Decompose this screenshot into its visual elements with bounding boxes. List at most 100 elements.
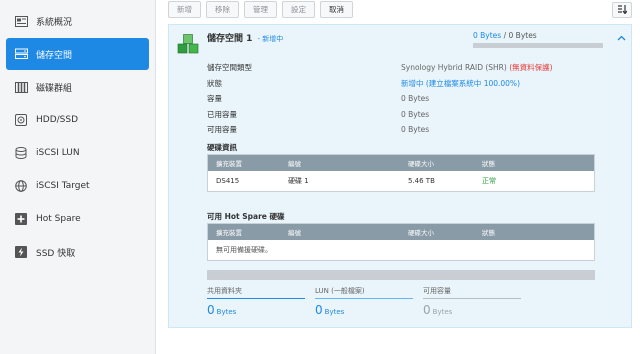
hdd-icon [14, 114, 28, 126]
ssd-cache-icon [14, 246, 28, 258]
sidebar-item-overview[interactable]: 系統概況 [6, 5, 149, 37]
table-row[interactable]: DS415 硬碟 1 5.46 TB 正常 [208, 171, 594, 191]
info-value: 新增中 (建立檔案系統中 100.00%) [401, 78, 520, 88]
stat-number: 0 [423, 303, 431, 317]
pool-info: 儲存空間類型 Synology Hybrid RAID (SHR) (無資料保護… [207, 60, 553, 138]
cancel-button[interactable]: 取消 [320, 1, 353, 18]
chevron-up-icon [617, 33, 626, 44]
cell-device: DS415 [216, 177, 240, 185]
info-value: Synology Hybrid RAID (SHR) (無資料保護) [401, 62, 553, 73]
stat-unit: Bytes [324, 308, 345, 316]
no-protection-note: (無資料保護) [509, 63, 553, 73]
sidebar-item-iscsi-target[interactable]: iSCSI Target [6, 170, 149, 202]
stat-lun: LUN (一般檔案) 0 Bytes [315, 286, 413, 317]
pool-status: - 新增中 [257, 35, 284, 43]
sidebar-item-label: Hot Spare [36, 214, 81, 224]
column-header[interactable]: 擴充裝置 [208, 158, 288, 168]
manage-button[interactable]: 管理 [244, 1, 277, 18]
info-key: 狀態 [207, 78, 222, 88]
total-size: 0 Bytes [508, 31, 537, 40]
sidebar-item-label: iSCSI Target [36, 181, 90, 191]
info-value: 0 Bytes [401, 109, 430, 119]
collapse-button[interactable] [617, 33, 626, 44]
info-row-available: 可用容量 0 Bytes [207, 122, 553, 138]
sort-button[interactable] [612, 2, 632, 18]
stat-number: 0 [315, 303, 323, 317]
storage-pool-panel: 儲存空間 1 - 新增中 0 Bytes / 0 Bytes 儲存空間類型 Sy… [168, 24, 632, 328]
column-header[interactable]: 硬碟大小 [408, 227, 482, 237]
info-key: 可用容量 [207, 125, 237, 135]
sidebar-item-label: 磁碟群組 [36, 83, 73, 94]
stat-label: 共用資料夾 [207, 286, 305, 299]
info-key: 已用容量 [207, 109, 237, 119]
info-value: 0 Bytes [401, 94, 430, 104]
sidebar-item-disk-group[interactable]: 磁碟群組 [6, 71, 149, 103]
sidebar-item-label: 系統概況 [36, 17, 73, 28]
column-header[interactable]: 硬碟大小 [408, 158, 482, 168]
usage-stats: 共用資料夾 0 Bytes LUN (一般檔案) 0 Bytes 可用容量 0 Byt… [207, 286, 595, 317]
info-row-type: 儲存空間類型 Synology Hybrid RAID (SHR) (無資料保護… [207, 60, 553, 76]
pool-name: 儲存空間 1 [207, 34, 253, 44]
info-row-status: 狀態 新增中 (建立檔案系統中 100.00%) [207, 76, 553, 92]
iscsi-target-icon [14, 180, 28, 192]
toolbar: 新增 移除 管理 設定 取消 [168, 1, 353, 19]
sidebar-item-label: HDD/SSD [36, 115, 79, 125]
stat-unit: Bytes [432, 308, 453, 316]
disk-info-title: 硬碟資訊 [207, 143, 237, 152]
usage-summary: 0 Bytes / 0 Bytes [473, 31, 537, 40]
disk-info-table: 擴充裝置 編號 硬碟大小 狀態 DS415 硬碟 1 5.46 TB 正常 [207, 154, 595, 192]
remove-button[interactable]: 移除 [206, 1, 239, 18]
disk-group-icon [14, 81, 28, 93]
column-header[interactable]: 擴充裝置 [208, 227, 288, 237]
settings-button[interactable]: 設定 [282, 1, 315, 18]
overview-icon [14, 15, 28, 27]
info-value: 0 Bytes [401, 125, 430, 135]
cell-status: 正常 [482, 177, 496, 185]
stat-value: 0 Bytes [423, 303, 521, 317]
sidebar-item-iscsi-lun[interactable]: iSCSI LUN [6, 137, 149, 169]
sidebar-item-label: SSD 快取 [36, 248, 76, 259]
stat-label: 可用容量 [423, 286, 521, 299]
sidebar-item-ssd-cache[interactable]: SSD 快取 [6, 236, 149, 268]
cell-number: 硬碟 1 [288, 177, 309, 185]
volume-usage-bar [207, 270, 595, 280]
usage-separator: / [503, 31, 507, 40]
stat-value: 0 Bytes [207, 303, 305, 317]
info-key: 儲存空間類型 [207, 63, 252, 73]
empty-message: 無可用備援硬碟。 [216, 246, 272, 254]
table-header: 擴充裝置 編號 硬碟大小 狀態 [208, 155, 594, 171]
info-key: 容量 [207, 94, 222, 104]
table-header: 擴充裝置 編號 硬碟大小 狀態 [208, 224, 594, 240]
stat-number: 0 [207, 303, 215, 317]
stat-unit: Bytes [216, 308, 237, 316]
usage-bar [473, 43, 603, 48]
storage-pool-cubes-icon [177, 33, 199, 55]
sidebar-item-hot-spare[interactable]: Hot Spare [6, 203, 149, 235]
sidebar-item-storage-pool[interactable]: 儲存空間 [6, 38, 149, 70]
used-size: 0 Bytes [473, 31, 502, 40]
column-header[interactable]: 狀態 [482, 227, 592, 237]
stat-value: 0 Bytes [315, 303, 413, 317]
raid-type: Synology Hybrid RAID (SHR) [401, 63, 507, 73]
stat-available: 可用容量 0 Bytes [423, 286, 521, 317]
hot-spare-title: 可用 Hot Spare 硬碟 [207, 212, 285, 221]
column-header[interactable]: 編號 [288, 227, 408, 237]
column-header[interactable]: 狀態 [482, 158, 592, 168]
stat-shared-folder: 共用資料夾 0 Bytes [207, 286, 305, 317]
sidebar-item-label: iSCSI LUN [36, 148, 80, 158]
column-header[interactable]: 編號 [288, 158, 408, 168]
sort-icon [617, 4, 628, 16]
sidebar: 系統概況 儲存空間 磁碟群組 HDD/SSD iSCSI LUN iSCSI T… [0, 0, 156, 354]
hot-spare-icon [14, 213, 28, 225]
info-row-capacity: 容量 0 Bytes [207, 91, 553, 107]
hot-spare-table: 擴充裝置 編號 硬碟大小 狀態 無可用備援硬碟。 [207, 223, 595, 261]
info-row-used: 已用容量 0 Bytes [207, 107, 553, 123]
storage-pool-icon [14, 48, 28, 60]
cell-size: 5.46 TB [408, 177, 435, 185]
sidebar-item-hdd-ssd[interactable]: HDD/SSD [6, 104, 149, 136]
sidebar-item-label: 儲存空間 [36, 50, 73, 61]
pool-title: 儲存空間 1 - 新增中 [207, 31, 283, 44]
create-button[interactable]: 新增 [168, 1, 201, 18]
stat-label: LUN (一般檔案) [315, 286, 413, 299]
iscsi-lun-icon [14, 147, 28, 159]
